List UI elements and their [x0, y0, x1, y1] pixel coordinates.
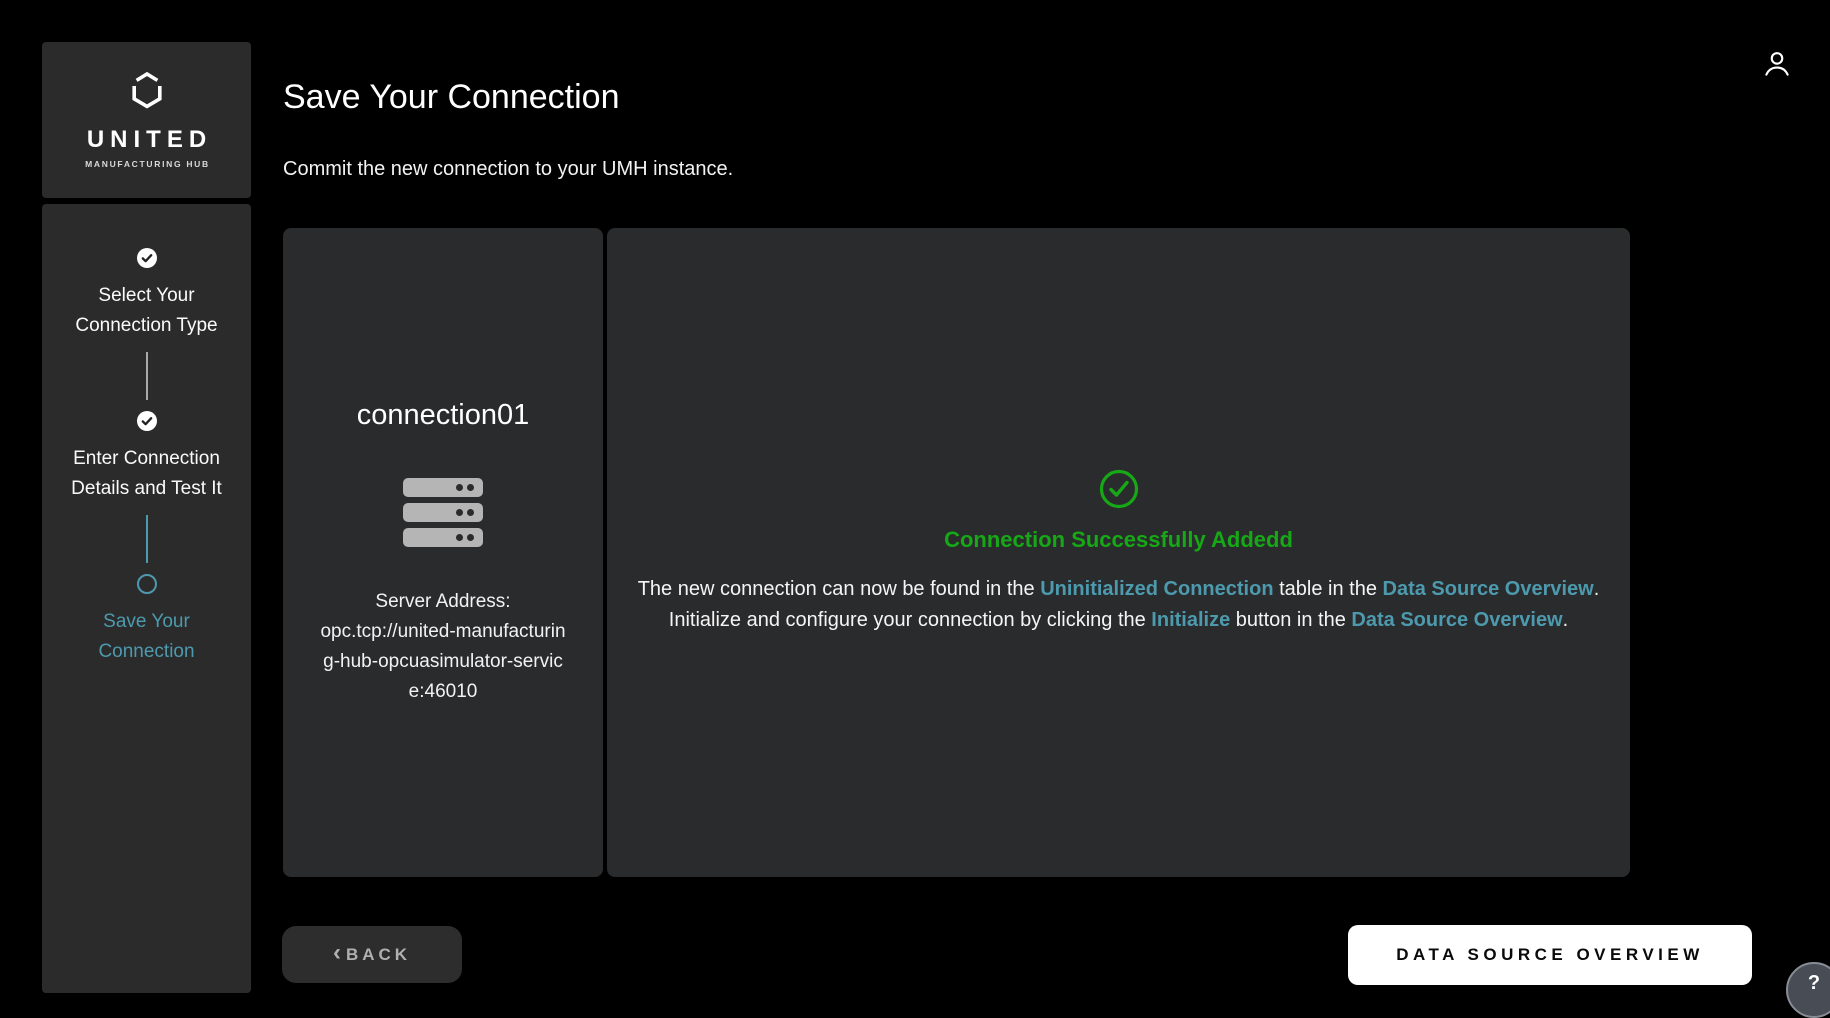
success-check-circle-icon: [1099, 469, 1139, 514]
result-line-2-text: .: [1563, 609, 1569, 631]
brand-name: UNITED: [81, 126, 212, 154]
result-line-2: Initialize and configure your connection…: [638, 605, 1600, 636]
status-title: Connection Successfully Addedd: [944, 527, 1293, 553]
data-source-overview-button-label: DATA SOURCE OVERVIEW: [1396, 945, 1704, 964]
link-data-source-overview: Data Source Overview: [1351, 609, 1562, 631]
result-panel: Connection Successfully Addedd The new c…: [607, 228, 1630, 877]
server-stack-icon: [403, 478, 483, 547]
step-3-label: Save Your Connection: [58, 607, 236, 667]
logo-panel: UNITED MANUFACTURING HUB: [42, 42, 251, 198]
help-icon: ?: [1808, 972, 1820, 995]
page-title: Save Your Connection: [283, 78, 619, 117]
step-connector-active: [146, 515, 148, 563]
server-address: Server Address: opc.tcp://united-manufac…: [316, 587, 570, 707]
link-data-source-overview: Data Source Overview: [1383, 578, 1594, 600]
step-2-check-circle-icon: [137, 411, 157, 431]
back-button[interactable]: ‹ BACK: [282, 926, 462, 983]
back-button-label: BACK: [346, 945, 411, 965]
result-line-1: The new connection can now be found in t…: [638, 574, 1600, 605]
help-button[interactable]: ?: [1786, 962, 1830, 1018]
wizard-stepper: Select Your Connection Type Enter Connec…: [42, 204, 251, 993]
person-icon: [1762, 49, 1792, 82]
server-address-label: Server Address:: [316, 587, 570, 617]
step-1-label: Select Your Connection Type: [58, 281, 236, 341]
connection-name: connection01: [357, 399, 530, 432]
result-line-2-text: button in the: [1230, 609, 1351, 631]
brand-tagline: MANUFACTURING HUB: [83, 159, 210, 169]
step-connector: [146, 352, 148, 400]
data-source-overview-button[interactable]: DATA SOURCE OVERVIEW: [1348, 925, 1752, 985]
link-initialize: Initialize: [1151, 609, 1230, 631]
step-3-circle-outline-icon: [137, 574, 157, 594]
result-line-1-text: The new connection can now be found in t…: [638, 578, 1041, 600]
chevron-left-icon: ‹: [333, 941, 341, 965]
umh-hexagon-icon: [127, 70, 167, 114]
result-description: The new connection can now be found in t…: [638, 574, 1600, 636]
result-line-1-text: .: [1594, 578, 1600, 600]
user-account-button[interactable]: [1754, 42, 1800, 88]
server-address-value: opc.tcp://united-manufacturing-hub-opcua…: [320, 621, 565, 702]
result-line-1-text: table in the: [1274, 578, 1383, 600]
page-subtitle: Commit the new connection to your UMH in…: [283, 158, 733, 181]
connection-summary-card: connection01 Server Address: opc.tcp://u…: [283, 228, 603, 877]
link-uninitialized-connection: Uninitialized Connection: [1040, 578, 1273, 600]
result-line-2-text: Initialize and configure your connection…: [669, 609, 1152, 631]
step-2-label: Enter Connection Details and Test It: [58, 444, 236, 504]
step-1-check-circle-icon: [137, 248, 157, 268]
